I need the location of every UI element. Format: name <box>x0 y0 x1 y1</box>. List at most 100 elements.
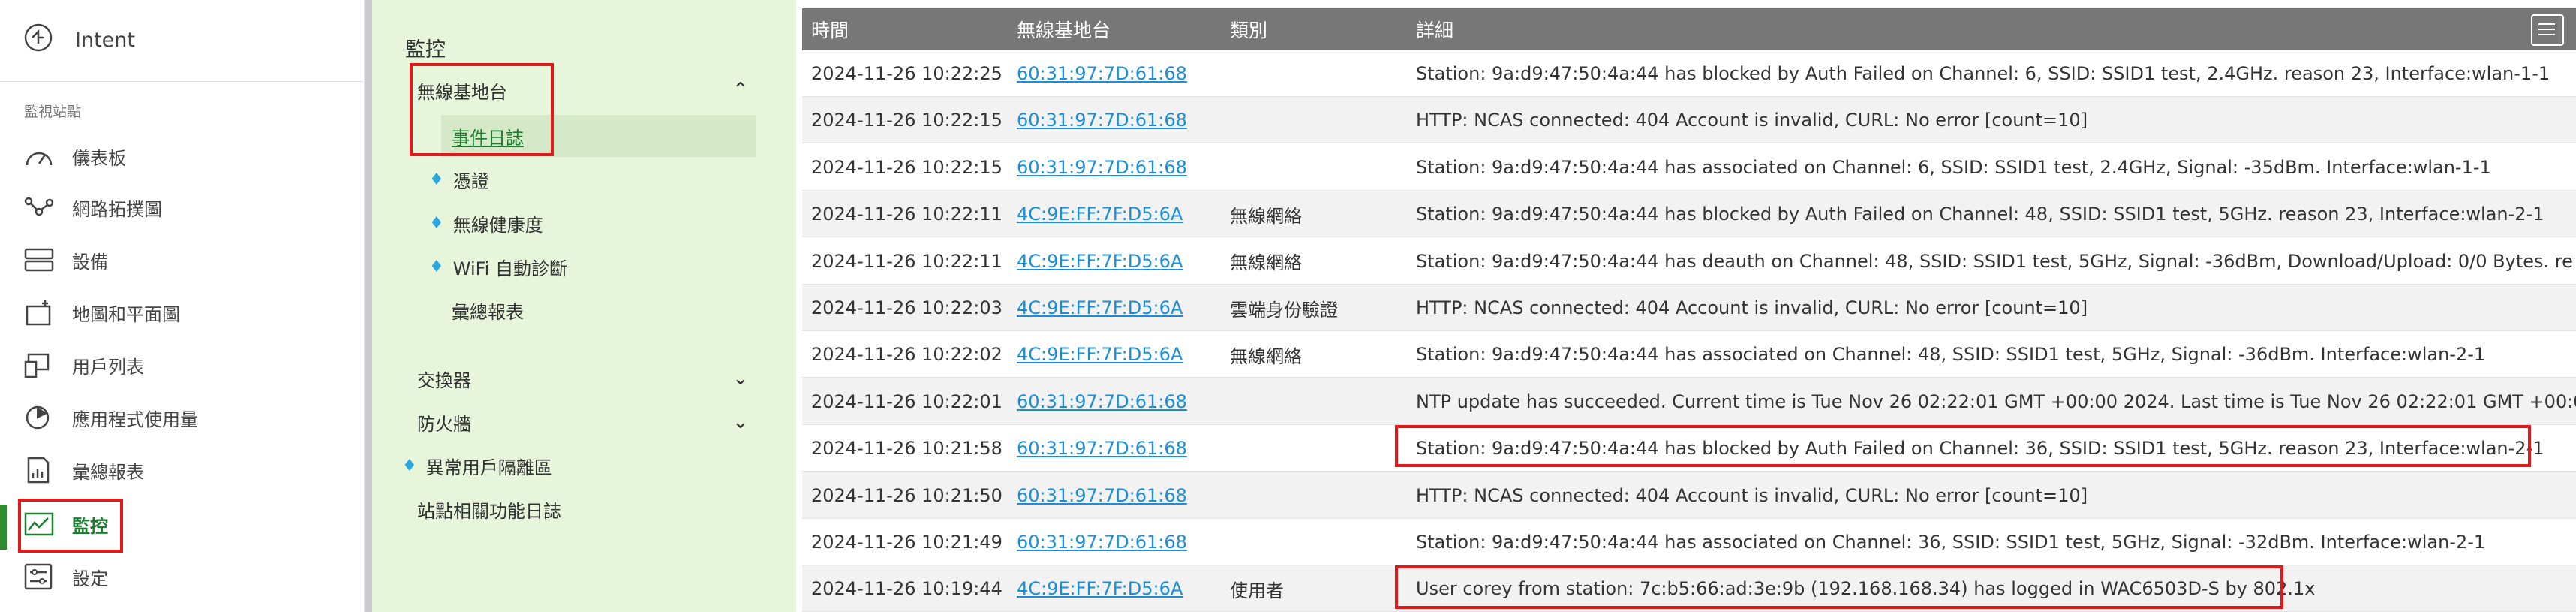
header-time: 時間 <box>811 20 849 41</box>
premium-gem-icon: ♦ <box>402 456 417 475</box>
app-usage-icon <box>23 402 60 433</box>
submenu-wireless-health[interactable]: ♦ 無線健康度 <box>429 205 543 241</box>
submenu-switch[interactable]: 交換器 ⌄ <box>417 360 749 396</box>
premium-gem-icon: ♦ <box>429 170 444 189</box>
cell-detail: Station: 9a:d9:47:50:4a:44 has deauth on… <box>1416 250 2573 272</box>
submenu-label: 防火牆 <box>417 413 471 435</box>
cell-time: 2024-11-26 10:22:15 <box>811 110 1002 131</box>
cell-detail: Station: 9a:d9:47:50:4a:44 has blocked b… <box>1416 203 2544 225</box>
submenu-firewall[interactable]: 防火牆 ⌄ <box>417 404 749 440</box>
cell-time: 2024-11-26 10:22:01 <box>811 390 1002 412</box>
cell-time: 2024-11-26 10:22:15 <box>811 156 1002 178</box>
cell-detail: NTP update has succeeded. Current time i… <box>1416 390 2576 412</box>
cell-ap-link[interactable]: 60:31:97:7D:61:68 <box>1017 144 1187 191</box>
premium-gem-icon: ♦ <box>429 257 444 276</box>
cell-ap-link[interactable]: 60:31:97:7D:61:68 <box>1017 472 1187 519</box>
submenu-wireless-ap[interactable]: 無線基地台 ⌃ <box>417 72 749 108</box>
cell-ap-link[interactable]: 60:31:97:7D:61:68 <box>1017 50 1187 97</box>
divider <box>0 81 365 82</box>
monitor-icon <box>23 509 60 539</box>
table-row[interactable]: 2024-11-26 10:22:02 4C:9E:FF:7F:D5:6A 無線網絡… <box>802 331 2576 378</box>
cell-detail: Station: 9a:d9:47:50:4a:44 has blocked b… <box>1416 438 2544 460</box>
table-row[interactable]: 2024-11-26 10:22:11 4C:9E:FF:7F:D5:6A 無線網絡… <box>802 238 2576 285</box>
cell-detail: HTTP: NCAS connected: 404 Account is inv… <box>1416 297 2088 318</box>
table-header: 時間 無線基地台 類別 詳細 <box>802 8 2576 50</box>
header-detail: 詳細 <box>1416 20 1454 41</box>
submenu-site-log[interactable]: 站點相關功能日誌 <box>417 491 561 527</box>
nav-item-topology[interactable]: 網路拓撲圖 <box>23 186 162 228</box>
event-log-table: 時間 無線基地台 類別 詳細 2024-11-26 10:22:25 60:31:… <box>796 0 2576 612</box>
table-row[interactable]: 2024-11-26 10:22:01 60:31:97:7D:61:68 NTP … <box>802 378 2576 425</box>
settings-icon <box>23 562 60 592</box>
cell-ap-link[interactable]: 4C:9E:FF:7F:D5:6A <box>1017 191 1183 237</box>
nav-item-map[interactable]: 地圖和平面圖 <box>23 291 180 333</box>
nav-item-dashboard[interactable]: 儀表板 <box>23 135 126 177</box>
dashboard-icon <box>23 141 60 171</box>
active-indicator <box>0 505 7 550</box>
app-root: Intent 監視站點 儀表板 網路拓撲圖 設備 地圖和平面圖 用戶列表 應用程… <box>0 0 2576 612</box>
cell-ap-link[interactable]: 4C:9E:FF:7F:D5:6A <box>1017 565 1183 612</box>
cell-ap-link[interactable]: 60:31:97:7D:61:68 <box>1017 425 1187 472</box>
export-icon[interactable] <box>2531 14 2564 46</box>
submenu-label: 事件日誌 <box>452 127 524 149</box>
nav-label: 監控 <box>72 515 108 537</box>
table-row[interactable]: 2024-11-26 10:22:15 60:31:97:7D:61:68 HTTP… <box>802 97 2576 144</box>
nav-label: 網路拓撲圖 <box>72 198 162 220</box>
table-row[interactable]: 2024-11-26 10:19:44 4C:9E:FF:7F:D5:6A 使用者 U… <box>802 565 2576 612</box>
cell-category: 無線網絡 <box>1230 252 1302 274</box>
submenu-label: 憑證 <box>452 170 489 192</box>
submenu-summary-report[interactable]: 彙總報表 <box>452 292 524 328</box>
nav-label: 儀表板 <box>72 147 126 169</box>
nav-item-report[interactable]: 彙總報表 <box>23 449 144 491</box>
submenu-label: 無線基地台 <box>417 81 507 103</box>
nav-label: 設備 <box>72 251 108 273</box>
nav-item-clients[interactable]: 用戶列表 <box>23 344 144 386</box>
submenu-label: 交換器 <box>417 369 471 391</box>
nav-item-app-usage[interactable]: 應用程式使用量 <box>23 396 198 439</box>
chevron-up-icon: ⌃ <box>732 79 749 101</box>
nav-item-settings[interactable]: 設定 <box>23 556 108 598</box>
submenu-abnormal-client[interactable]: ♦ 異常用戶隔離區 <box>402 448 552 484</box>
submenu-wifi-diag[interactable]: ♦ WiFi 自動診斷 <box>429 249 567 285</box>
table-row[interactable]: 2024-11-26 10:22:03 4C:9E:FF:7F:D5:6A 雲端身份… <box>802 285 2576 331</box>
table-row[interactable]: 2024-11-26 10:21:58 60:31:97:7D:61:68 Stat… <box>802 425 2576 472</box>
submenu-label: WiFi 自動診斷 <box>452 258 567 279</box>
submenu-certificate[interactable]: ♦ 憑證 <box>429 161 489 197</box>
nav-item-monitor[interactable]: 監控 <box>23 503 108 545</box>
header-category: 類別 <box>1230 20 1268 41</box>
cell-detail: Station: 9a:d9:47:50:4a:44 has blocked b… <box>1416 63 2550 84</box>
devices-icon <box>23 245 60 275</box>
cell-detail: User corey from station: 7c:b5:66:ad:3e:… <box>1416 578 2316 600</box>
nav-item-devices[interactable]: 設備 <box>23 239 108 281</box>
cell-time: 2024-11-26 10:22:11 <box>811 250 1002 272</box>
cell-ap-link[interactable]: 60:31:97:7D:61:68 <box>1017 519 1187 565</box>
left-nav: Intent 監視站點 儀表板 網路拓撲圖 設備 地圖和平面圖 用戶列表 應用程… <box>0 0 365 612</box>
submenu-event-log[interactable]: 事件日誌 <box>452 118 524 154</box>
table-row[interactable]: 2024-11-26 10:21:50 60:31:97:7D:61:68 HTTP… <box>802 472 2576 519</box>
cell-detail: Station: 9a:d9:47:50:4a:44 has associate… <box>1416 532 2486 553</box>
nav-label: 彙總報表 <box>72 461 144 483</box>
table-row[interactable]: 2024-11-26 10:21:49 60:31:97:7D:61:68 Stat… <box>802 519 2576 565</box>
chevron-down-icon: ⌄ <box>732 367 749 390</box>
submenu-title: 監控 <box>405 38 446 62</box>
cell-detail: Station: 9a:d9:47:50:4a:44 has associate… <box>1416 344 2486 366</box>
intent-icon <box>23 22 54 59</box>
cell-time: 2024-11-26 10:22:25 <box>811 63 1002 84</box>
table-row[interactable]: 2024-11-26 10:22:11 4C:9E:FF:7F:D5:6A 無線網絡… <box>802 191 2576 238</box>
cell-ap-link[interactable]: 60:31:97:7D:61:68 <box>1017 378 1187 425</box>
table-row[interactable]: 2024-11-26 10:22:25 60:31:97:7D:61:68 Stat… <box>802 50 2576 97</box>
cell-category: 雲端身份驗證 <box>1230 299 1338 321</box>
cell-ap-link[interactable]: 60:31:97:7D:61:68 <box>1017 97 1187 143</box>
cell-time: 2024-11-26 10:22:03 <box>811 297 1002 318</box>
nav-label: 應用程式使用量 <box>72 409 198 430</box>
table-row[interactable]: 2024-11-26 10:22:15 60:31:97:7D:61:68 Stat… <box>802 144 2576 191</box>
cell-detail: HTTP: NCAS connected: 404 Account is inv… <box>1416 110 2088 131</box>
cell-time: 2024-11-26 10:21:58 <box>811 438 1002 460</box>
cell-category: 無線網絡 <box>1230 205 1302 227</box>
cell-time: 2024-11-26 10:22:11 <box>811 203 1002 225</box>
cell-ap-link[interactable]: 4C:9E:FF:7F:D5:6A <box>1017 285 1183 331</box>
cell-ap-link[interactable]: 4C:9E:FF:7F:D5:6A <box>1017 238 1183 285</box>
monitor-submenu: 監控 無線基地台 ⌃ 事件日誌 ♦ 憑證 ♦ 無線健康度 ♦ WiFi 自動診斷… <box>365 0 796 612</box>
cell-ap-link[interactable]: 4C:9E:FF:7F:D5:6A <box>1017 331 1183 378</box>
intent-header[interactable]: Intent <box>23 17 135 63</box>
